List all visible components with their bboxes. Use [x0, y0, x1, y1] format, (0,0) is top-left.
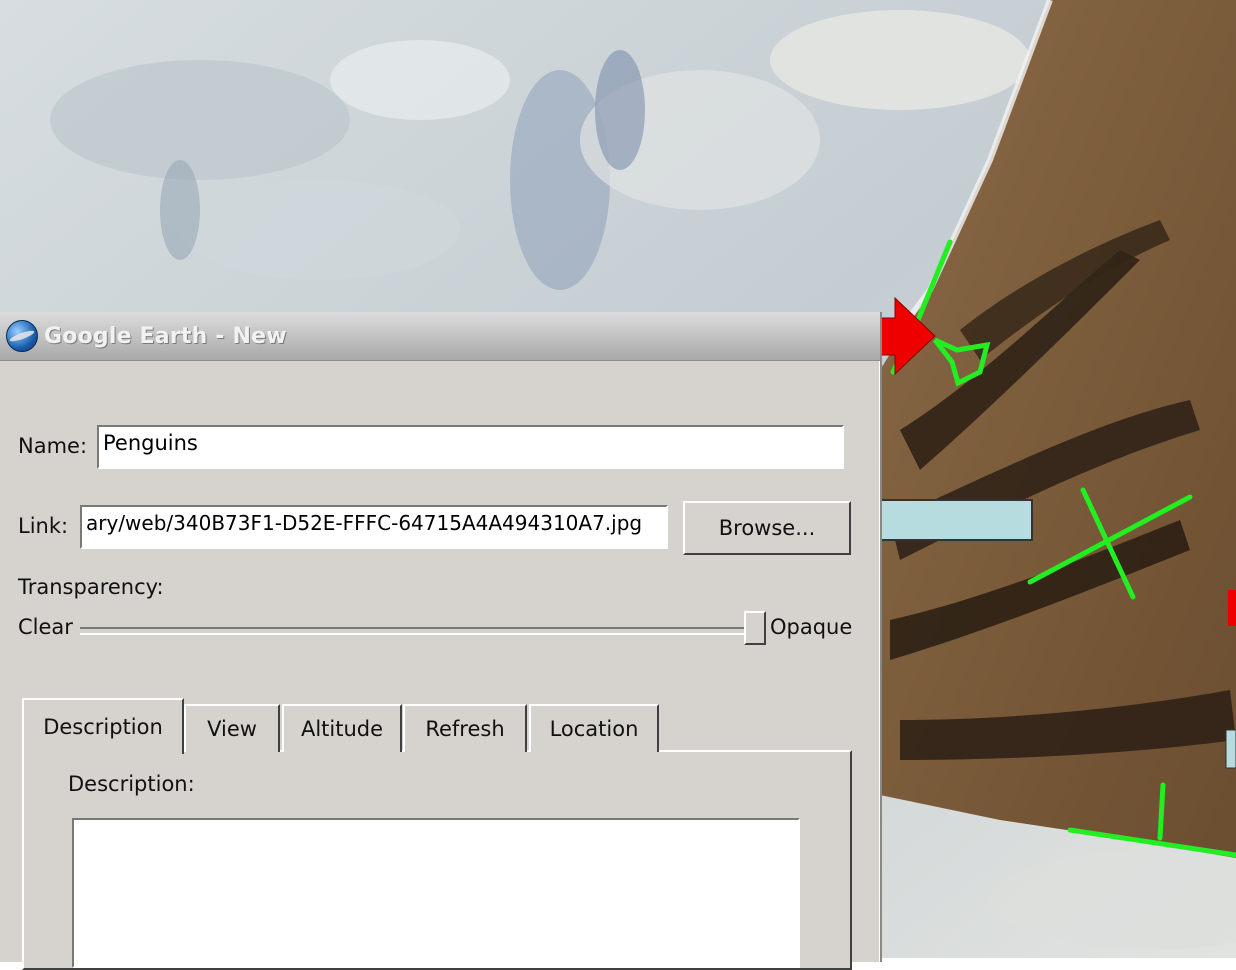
window-title: Google Earth - New: [44, 323, 287, 349]
description-textarea[interactable]: [72, 818, 800, 968]
tab-refresh[interactable]: Refresh: [403, 704, 527, 752]
name-input[interactable]: Penguins: [97, 425, 844, 469]
transparency-label: Transparency:: [18, 575, 164, 599]
google-earth-icon: [6, 320, 38, 352]
transparency-slider-track[interactable]: [80, 627, 764, 635]
opaque-label: Opaque: [770, 615, 853, 639]
browse-button[interactable]: Browse...: [683, 501, 851, 555]
clear-label: Clear: [18, 615, 73, 639]
transparency-slider-thumb[interactable]: [744, 611, 766, 645]
name-label: Name:: [18, 434, 88, 458]
tab-description[interactable]: Description: [22, 698, 184, 754]
link-label: Link:: [18, 514, 69, 538]
link-input[interactable]: ary/web/340B73F1-D52E-FFFC-64715A4A49431…: [80, 505, 668, 549]
tab-view[interactable]: View: [184, 704, 280, 752]
tab-altitude[interactable]: Altitude: [282, 704, 402, 752]
tab-location[interactable]: Location: [529, 704, 659, 752]
title-bar[interactable]: Google Earth - New: [0, 312, 880, 361]
description-label: Description:: [68, 772, 195, 796]
